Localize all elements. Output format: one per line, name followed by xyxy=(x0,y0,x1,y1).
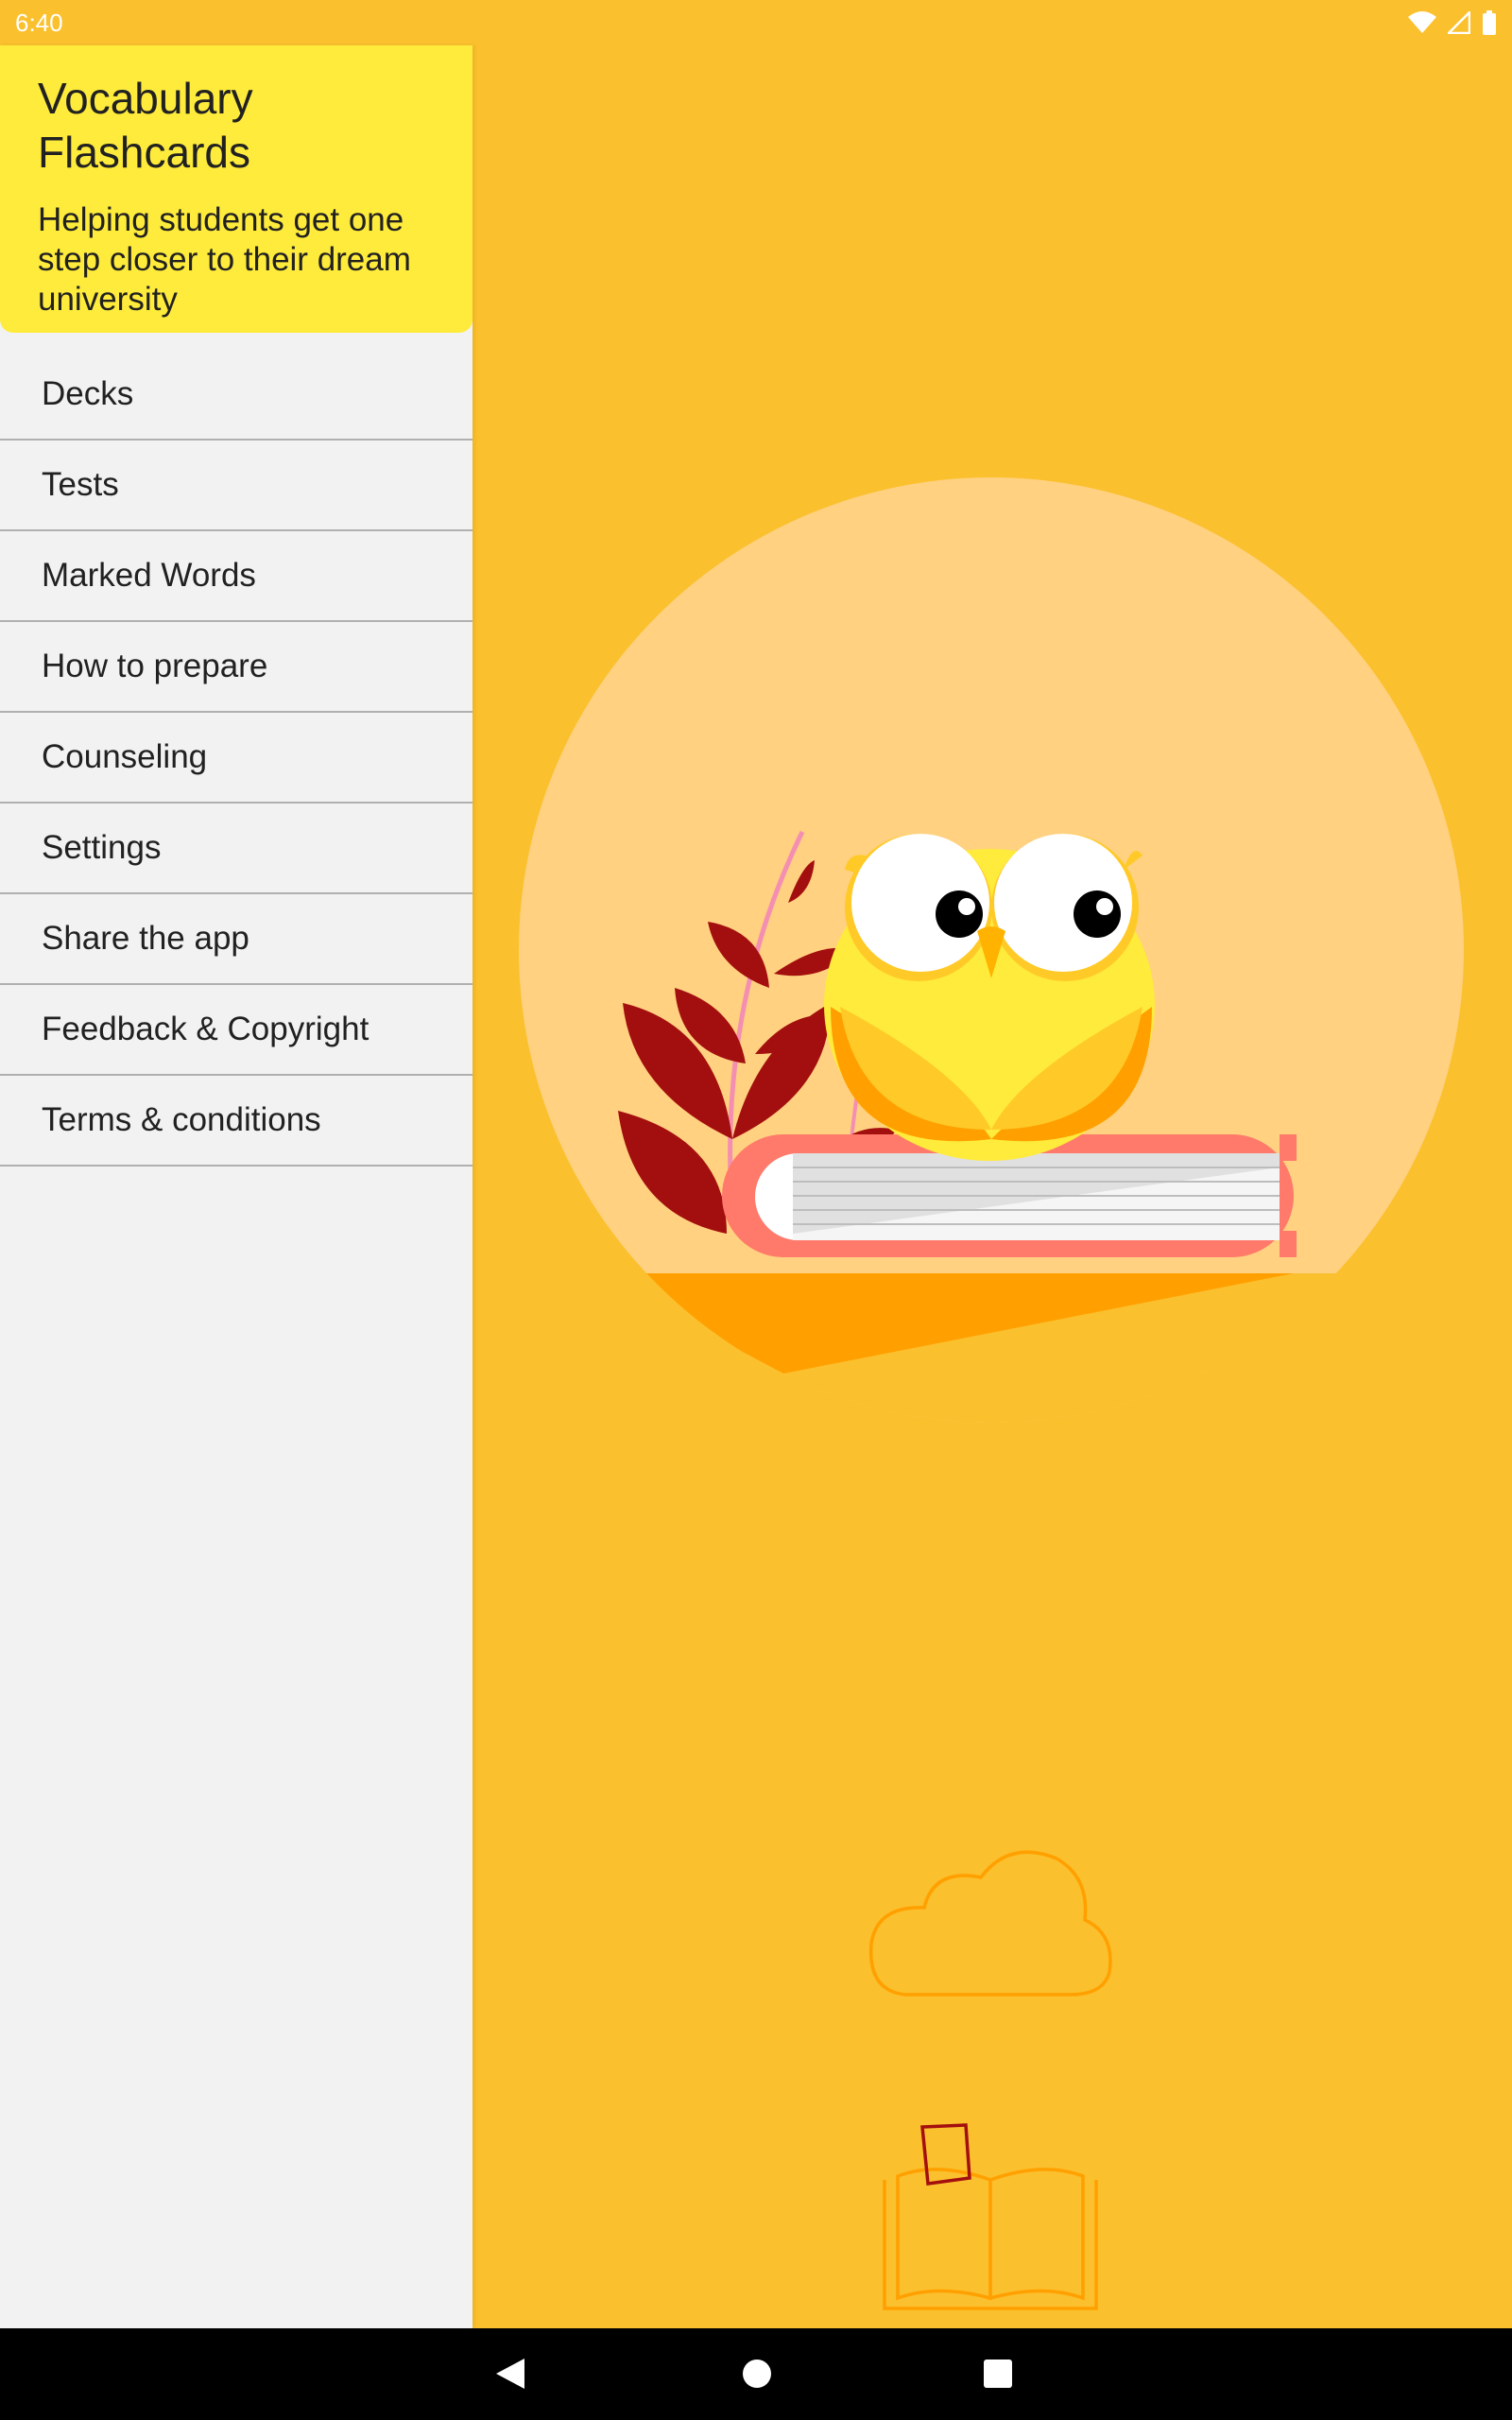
drawer-header: Vocabulary Flashcards Helping students g… xyxy=(0,45,472,333)
menu-item-terms-conditions[interactable]: Terms & conditions xyxy=(0,1076,472,1167)
status-bar: 6:40 xyxy=(0,0,1512,45)
app-tagline: Helping students get one step closer to … xyxy=(38,201,411,318)
recents-icon[interactable] xyxy=(983,2357,1013,2395)
menu-item-decks[interactable]: Decks xyxy=(0,350,472,441)
cloud-icon xyxy=(868,1850,1112,1996)
wifi-icon xyxy=(1408,11,1436,34)
menu-item-counseling[interactable]: Counseling xyxy=(0,713,472,804)
home-icon[interactable] xyxy=(741,2357,773,2395)
menu-item-settings[interactable]: Settings xyxy=(0,804,472,894)
signal-icon xyxy=(1448,11,1470,34)
menu-item-share-the-app[interactable]: Share the app xyxy=(0,894,472,985)
status-icons xyxy=(1408,10,1497,35)
owl-on-book-illustration xyxy=(519,477,1464,1423)
open-book-icon xyxy=(883,2123,1098,2310)
back-icon[interactable] xyxy=(494,2357,526,2395)
battery-icon xyxy=(1482,10,1497,35)
menu-item-tests[interactable]: Tests xyxy=(0,441,472,531)
menu-item-how-to-prepare[interactable]: How to prepare xyxy=(0,622,472,713)
app-title: Vocabulary Flashcards xyxy=(38,74,253,177)
menu-item-feedback-copyright[interactable]: Feedback & Copyright xyxy=(0,985,472,1076)
status-time: 6:40 xyxy=(15,8,63,37)
system-navigation-bar xyxy=(0,2328,1512,2420)
drawer-menu: Decks Tests Marked Words How to prepare … xyxy=(0,350,472,1167)
menu-item-marked-words[interactable]: Marked Words xyxy=(0,531,472,622)
navigation-drawer: Vocabulary Flashcards Helping students g… xyxy=(0,45,472,2328)
